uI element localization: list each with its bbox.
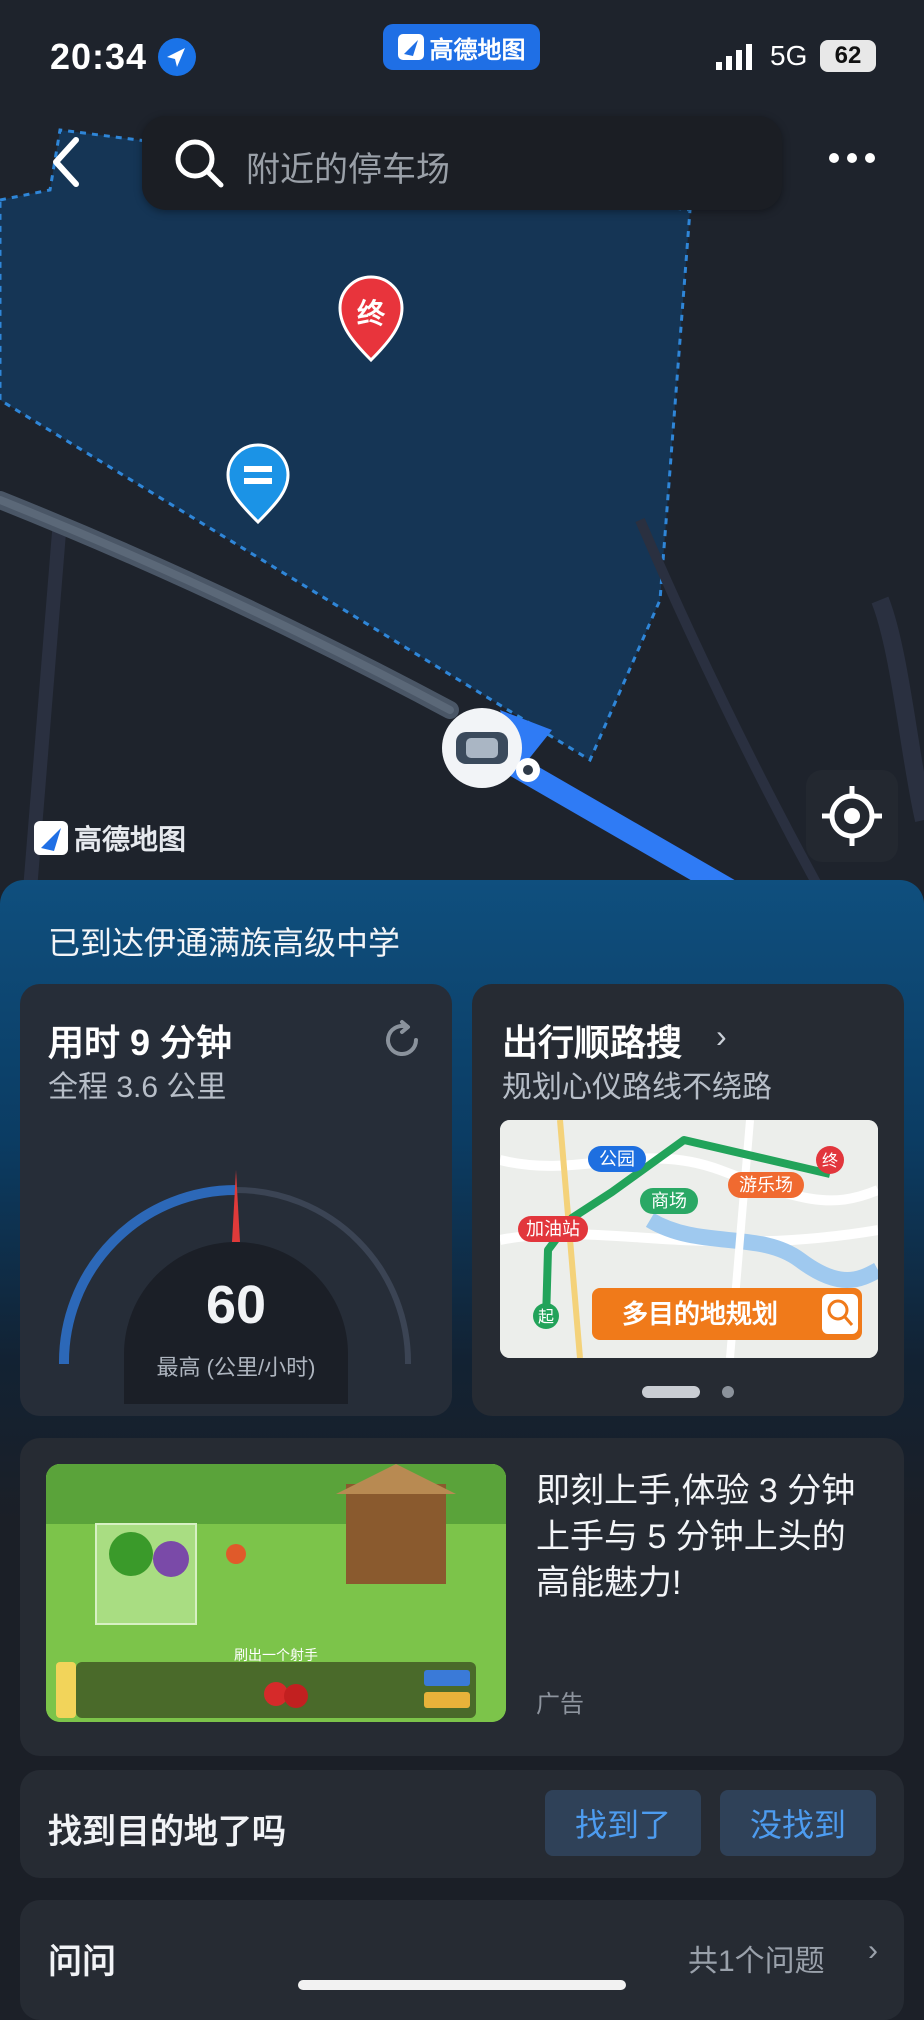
back-arrow-icon — [53, 137, 79, 187]
ad-image[interactable]: 刷出一个射手 — [46, 1464, 506, 1722]
svg-text:终: 终 — [822, 1151, 838, 1170]
more-dots-icon — [829, 153, 875, 163]
map-logo: 高德地图 — [34, 818, 186, 858]
destination-feedback-card: 找到目的地了吗 找到了 没找到 — [20, 1770, 904, 1878]
ad-label: 广告 — [536, 1691, 584, 1718]
ad-text[interactable]: 即刻上手,体验 3 分钟上手与 5 分钟上头的高能魅力! — [536, 1468, 876, 1606]
svg-text:加油站: 加油站 — [526, 1219, 580, 1240]
questions-count: 共1个问题 — [688, 1945, 825, 1978]
route-preview-image[interactable]: 公园 商场 游乐场 加油站 终 起 多目的地规划 — [500, 1120, 878, 1358]
battery-indicator: 62 — [820, 40, 876, 72]
questions-title: 问问 — [48, 1943, 116, 1981]
more-button[interactable] — [824, 140, 880, 176]
bottom-panel: 已到达伊通满族高级中学 用时 9 分钟 全程 3.6 公里 60 最高 (公里/… — [0, 880, 924, 2020]
feedback-question: 找到目的地了吗 — [48, 1813, 286, 1851]
chevron-right-icon: › — [868, 1934, 878, 1967]
search-icon — [172, 136, 226, 195]
multi-destination-banner: 多目的地规划 — [592, 1288, 862, 1340]
back-button[interactable] — [40, 130, 96, 194]
trip-summary-card[interactable]: 用时 9 分钟 全程 3.6 公里 60 最高 (公里/小时) — [20, 984, 452, 1416]
app-logo-icon — [397, 34, 424, 60]
not-found-button[interactable]: 没找到 — [720, 1790, 876, 1856]
questions-card[interactable]: 问问 共1个问题 › — [20, 1900, 904, 2020]
share-refresh-icon[interactable] — [380, 1018, 424, 1067]
route-search-title: 出行顺路搜 — [502, 1022, 683, 1063]
svg-text:起: 起 — [538, 1307, 554, 1326]
route-map-end-marker: 终 — [816, 1146, 844, 1174]
route-map-start-marker: 起 — [533, 1303, 559, 1329]
locate-button[interactable] — [806, 770, 898, 862]
max-speed-unit: 最高 (公里/小时) — [156, 1355, 316, 1380]
search-bar[interactable]: 附近的停车场 — [142, 116, 782, 210]
search-placeholder: 附近的停车场 — [246, 151, 450, 189]
arrived-title: 已到达伊通满族高级中学 — [48, 925, 401, 961]
carousel-dot-active[interactable] — [642, 1386, 700, 1398]
ad-card[interactable]: 刷出一个射手 即刻上手,体验 3 分钟上手与 5 分钟上头的高能魅力! 广告 — [20, 1438, 904, 1756]
svg-text:公园: 公园 — [599, 1149, 635, 1170]
max-speed-value: 60 — [205, 1275, 267, 1335]
svg-text:游乐场: 游乐场 — [739, 1175, 793, 1196]
route-map-mall-label: 商场 — [640, 1188, 698, 1214]
home-indicator[interactable] — [298, 1980, 626, 1990]
route-map-park-label: 公园 — [588, 1146, 646, 1172]
svg-text:刷出一个射手: 刷出一个射手 — [234, 1648, 318, 1664]
svg-text:商场: 商场 — [651, 1191, 687, 1212]
location-arrow-icon — [158, 38, 196, 76]
network-type: 5G — [770, 40, 808, 71]
route-search-subtitle: 规划心仪路线不绕路 — [502, 1071, 772, 1104]
route-map-amusement-label: 游乐场 — [728, 1172, 804, 1198]
locate-icon — [822, 786, 882, 846]
svg-text:终: 终 — [357, 297, 386, 330]
amap-logo-icon — [34, 821, 68, 855]
route-search-card[interactable]: 出行顺路搜 › 规划心仪路线不绕路 公园 商场 游乐场 加油站 终 起 多目的地… — [472, 984, 904, 1416]
status-time: 20:34 — [50, 36, 148, 77]
signal-icon — [714, 44, 758, 77]
trip-duration: 用时 9 分钟 — [48, 1022, 233, 1063]
app-badge-label: 高德地图 — [429, 36, 526, 64]
carousel-dot[interactable] — [722, 1386, 734, 1398]
app-badge[interactable]: 高德地图 — [383, 24, 540, 70]
map-logo-text: 高德地图 — [74, 824, 187, 855]
trip-distance: 全程 3.6 公里 — [48, 1071, 227, 1104]
svg-text:多目的地规划: 多目的地规划 — [622, 1299, 778, 1330]
found-button[interactable]: 找到了 — [545, 1790, 701, 1856]
chevron-right-icon: › — [716, 1018, 727, 1054]
route-map-gas-label: 加油站 — [518, 1216, 588, 1242]
